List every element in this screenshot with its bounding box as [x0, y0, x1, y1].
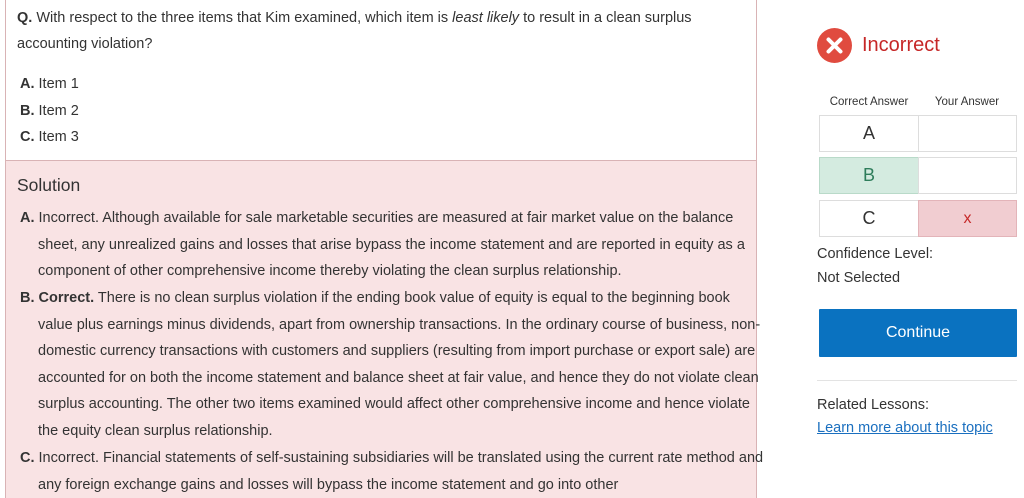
solution-text: Incorrect. Financial statements of self-…: [38, 450, 764, 493]
solution-letter: B.: [20, 290, 35, 306]
quiz-result-page: Q. With respect to the three items that …: [0, 0, 1024, 498]
question-emphasis: least likely: [452, 10, 520, 26]
solution-item-c: C. Incorrect. Financial statements of se…: [20, 445, 766, 498]
correct-answer-cell-b: B: [819, 157, 919, 194]
solution-item-a: A. Incorrect. Although available for sal…: [20, 205, 766, 285]
choice-label: Item 1: [38, 76, 79, 92]
related-lessons-label: Related Lessons:: [817, 397, 930, 413]
solution-item-b: B. Correct. There is no clean surplus vi…: [20, 285, 766, 444]
continue-button[interactable]: Continue: [819, 309, 1017, 357]
choice-letter: C.: [20, 129, 35, 145]
status-text: Incorrect: [862, 33, 940, 56]
choice-b[interactable]: B. Item 2: [20, 101, 79, 121]
solution-verdict: Correct.: [38, 290, 95, 306]
your-answer-cell-c: x: [918, 200, 1017, 237]
solution-text: There is no clean surplus violation if t…: [38, 290, 761, 439]
solution-title: Solution: [17, 175, 81, 195]
choice-letter: B.: [20, 103, 35, 119]
choice-label: Item 3: [38, 129, 79, 145]
correct-answer-header: Correct Answer: [829, 96, 909, 108]
question-box: Q. With respect to the three items that …: [6, 0, 756, 161]
your-answer-cell-a: [918, 115, 1017, 152]
correct-answer-cell-c: C: [819, 200, 919, 237]
your-answer-cell-b: [918, 157, 1017, 194]
close-circle-icon: [817, 27, 852, 63]
solution-letter: A.: [20, 210, 35, 226]
confidence-label: Confidence Level:: [817, 246, 934, 262]
confidence-value: Not Selected: [817, 270, 901, 286]
solution-text: Incorrect. Although available for sale m…: [38, 210, 745, 279]
solution-letter: C.: [20, 450, 35, 466]
question-text-before: With respect to the three items that Kim…: [36, 10, 453, 26]
choice-letter: A.: [20, 76, 35, 92]
result-status: Incorrect: [817, 27, 940, 63]
choice-c[interactable]: C. Item 3: [20, 127, 79, 147]
related-lesson-link[interactable]: Learn more about this topic: [817, 420, 993, 436]
question-prefix: Q.: [17, 10, 33, 26]
correct-answer-cell-a: A: [819, 115, 919, 152]
question-panel: Q. With respect to the three items that …: [5, 0, 763, 498]
divider: [817, 380, 1017, 381]
choice-label: Item 2: [38, 103, 79, 119]
question-text: Q. With respect to the three items that …: [17, 5, 717, 57]
your-answer-header: Your Answer: [934, 96, 1000, 108]
choice-a[interactable]: A. Item 1: [20, 74, 79, 94]
solution-box: Solution A. Incorrect. Although availabl…: [6, 161, 763, 498]
